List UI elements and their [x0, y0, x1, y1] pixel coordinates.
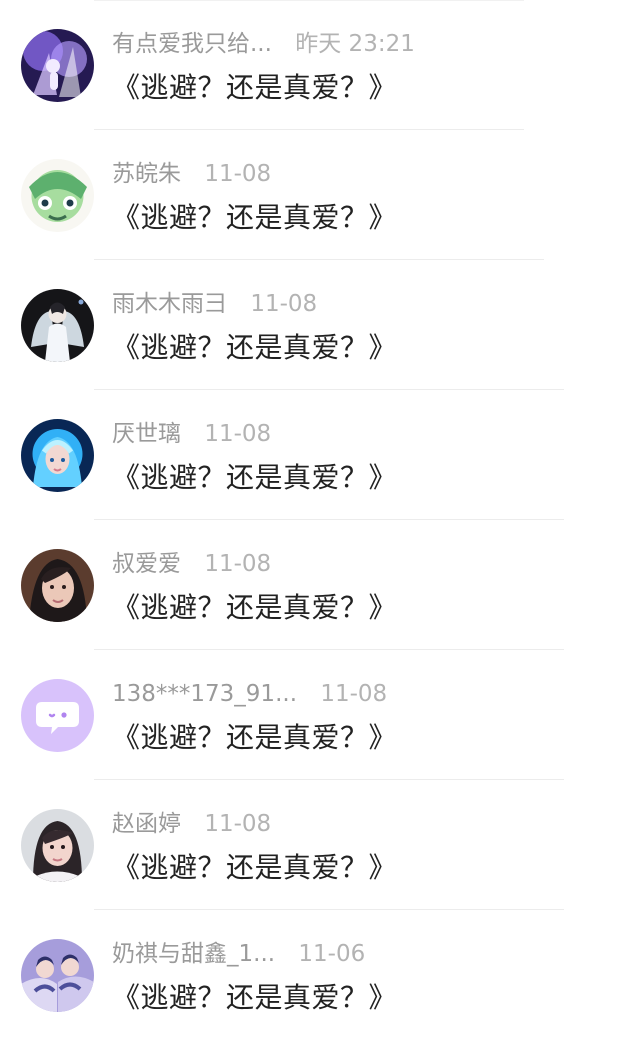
comment-row[interactable]: 138***173_91... 11-08 《逃避？还是真爱？》 — [0, 650, 640, 780]
comment-meta: 苏皖朱 11-08 — [112, 157, 271, 191]
girl-portrait-avatar-icon[interactable] — [21, 809, 94, 882]
comment-row[interactable]: 叔爱爱 11-08 《逃避？还是真爱？》 — [0, 520, 640, 650]
timestamp: 11-08 — [250, 291, 318, 317]
comment-text: 《逃避？还是真爱？》 — [112, 461, 398, 494]
comment-meta: 厌世璃 11-08 — [112, 417, 271, 451]
comment-row[interactable]: 有点爱我只给... 昨天 23:21 《逃避？还是真爱？》 — [0, 0, 640, 130]
comment-meta: 雨木木雨彐 11-08 — [112, 287, 317, 321]
comment-meta: 138***173_91... 11-08 — [112, 677, 387, 711]
comment-meta: 赵函婷 11-08 — [112, 807, 271, 841]
comment-row[interactable]: 奶祺与甜鑫_1... 11-06 《逃避？还是真爱？》 — [0, 910, 640, 1040]
timestamp: 11-08 — [204, 421, 272, 447]
blue-haired-character-avatar-icon[interactable] — [21, 419, 94, 492]
username[interactable]: 雨木木雨彐 — [112, 287, 227, 321]
comment-meta: 有点爱我只给... 昨天 23:21 — [112, 27, 415, 61]
timestamp: 11-06 — [298, 941, 366, 967]
comment-meta: 叔爱爱 11-08 — [112, 547, 271, 581]
comment-text: 《逃避？还是真爱？》 — [112, 201, 398, 234]
username[interactable]: 奶祺与甜鑫_1... — [112, 937, 275, 971]
comment-text: 《逃避？还是真爱？》 — [112, 721, 398, 754]
winged-person-avatar-icon[interactable] — [21, 289, 94, 362]
comment-text: 《逃避？还是真爱？》 — [112, 331, 398, 364]
username[interactable]: 苏皖朱 — [112, 157, 181, 191]
comment-row[interactable]: 雨木木雨彐 11-08 《逃避？还是真爱？》 — [0, 260, 640, 390]
couple-avatar-icon[interactable] — [21, 939, 94, 1012]
timestamp: 11-08 — [204, 811, 272, 837]
comment-row[interactable]: 苏皖朱 11-08 《逃避？还是真爱？》 — [0, 130, 640, 260]
comment-row[interactable]: 赵函婷 11-08 《逃避？还是真爱？》 — [0, 780, 640, 910]
comment-text: 《逃避？还是真爱？》 — [112, 71, 398, 104]
portrait-avatar-icon[interactable] — [21, 549, 94, 622]
timestamp: 11-08 — [320, 681, 388, 707]
purple-concert-avatar-icon[interactable] — [21, 29, 94, 102]
comment-meta: 奶祺与甜鑫_1... 11-06 — [112, 937, 365, 971]
timestamp: 11-08 — [204, 551, 272, 577]
timestamp: 昨天 23:21 — [295, 31, 415, 57]
comment-list: 有点爱我只给... 昨天 23:21 《逃避？还是真爱？》 苏皖朱 11-08 … — [0, 0, 640, 1029]
username[interactable]: 厌世璃 — [112, 417, 181, 451]
username[interactable]: 有点爱我只给... — [112, 27, 272, 61]
comment-text: 《逃避？还是真爱？》 — [112, 981, 398, 1014]
username[interactable]: 赵函婷 — [112, 807, 181, 841]
comment-row[interactable]: 厌世璃 11-08 《逃避？还是真爱？》 — [0, 390, 640, 520]
timestamp: 11-08 — [204, 161, 272, 187]
comment-text: 《逃避？还是真爱？》 — [112, 851, 398, 884]
username[interactable]: 138***173_91... — [112, 677, 297, 711]
green-anime-avatar-icon[interactable] — [21, 159, 94, 232]
comment-text: 《逃避？还是真爱？》 — [112, 591, 398, 624]
username[interactable]: 叔爱爱 — [112, 547, 181, 581]
chat-bubble-avatar-icon[interactable] — [21, 679, 94, 752]
